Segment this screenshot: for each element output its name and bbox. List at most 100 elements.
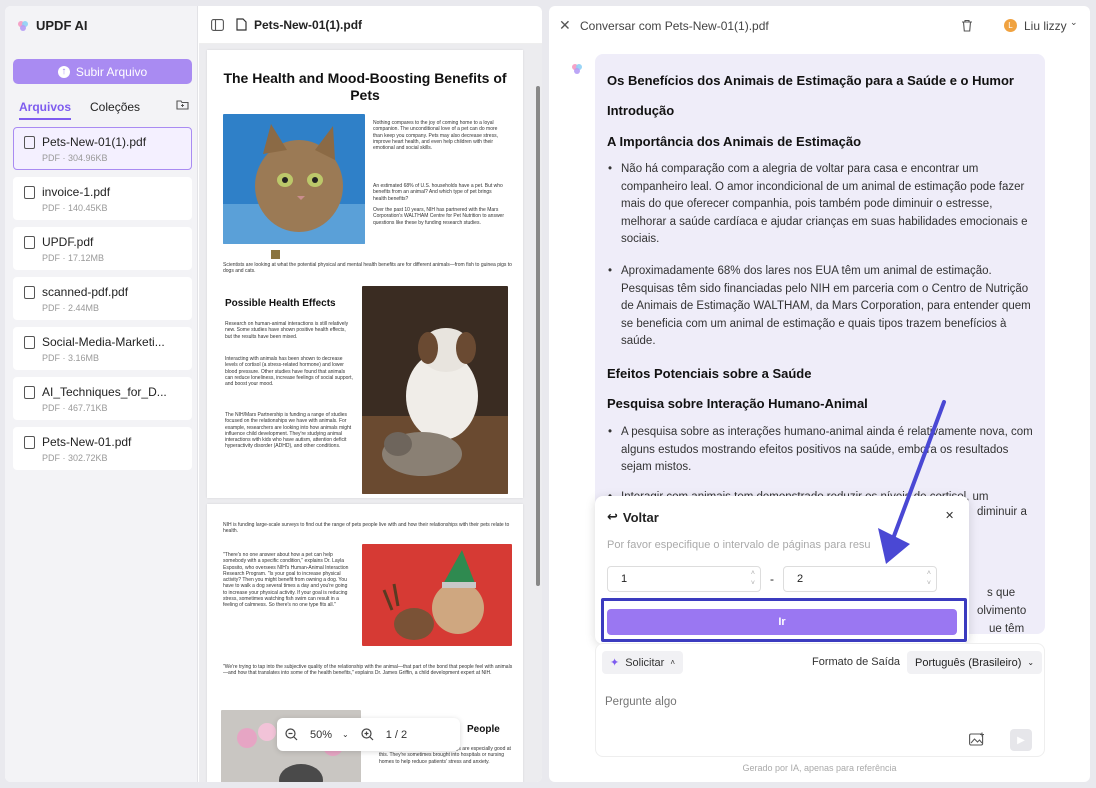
pointer-arrow-icon (878, 400, 946, 564)
document-toolbar: Pets-New-01(1).pdf (199, 6, 542, 44)
pdf-file-icon (236, 18, 247, 31)
upload-button[interactable]: ↑ Subir Arquivo (13, 59, 192, 84)
message-heading-intro: Introdução (607, 103, 675, 118)
back-button[interactable]: ↩ Voltar (607, 509, 659, 525)
page-to-value: 2 (797, 573, 804, 585)
close-icon[interactable]: ✕ (559, 17, 571, 34)
new-folder-icon[interactable] (176, 99, 189, 110)
chat-header: ✕ Conversar com Pets-New-01(1).pdf L Liu… (549, 6, 1090, 46)
ai-disclaimer: Gerado por IA, apenas para referência (742, 763, 897, 773)
send-icon: ▶ (1017, 734, 1025, 746)
message-text-fragment: olvimento (977, 605, 1027, 617)
prompt-button[interactable]: ✦ Solicitar ˄ (602, 651, 684, 674)
document-title-text: Pets-New-01(1).pdf (254, 17, 363, 32)
file-icon (24, 236, 35, 249)
message-text-fragment: ue têm (989, 623, 1025, 634)
pdf-heading-people: People (467, 724, 500, 735)
page-indicator[interactable]: 1 / 2 (386, 729, 407, 741)
ai-chat-panel: ✕ Conversar com Pets-New-01(1).pdf L Liu… (549, 6, 1090, 782)
file-icon (24, 286, 35, 299)
file-item[interactable]: invoice-1.pdf PDF · 140.45KB (13, 177, 192, 220)
pdf-p2-quote-2: "We're trying to tap into the subjective… (223, 664, 513, 677)
pdf-title: The Health and Mood-Boosting Benefits of… (223, 70, 507, 103)
back-label: Voltar (622, 509, 659, 525)
range-dash: - (770, 572, 774, 586)
ai-assistant-icon (572, 64, 582, 74)
file-name: Social-Media-Marketi... (42, 335, 165, 349)
message-text-fragment: diminuir a (977, 506, 1027, 518)
pdf-page-1: The Health and Mood-Boosting Benefits of… (207, 50, 523, 498)
pdf-heading-effects: Possible Health Effects (225, 298, 336, 309)
pdf-p2-quote-1: "There's no one answer about how a pet c… (223, 552, 349, 609)
message-bullet: Aproximadamente 68% dos lares nos EUA tê… (608, 263, 1035, 351)
message-bullet: A pesquisa sobre as interações humano-an… (608, 424, 1035, 477)
updf-logo-icon (18, 20, 28, 31)
file-meta: PDF · 17.12MB (42, 253, 105, 263)
highlight-box (601, 598, 967, 642)
file-icon (24, 436, 35, 449)
file-name: Pets-New-01.pdf (42, 435, 132, 449)
brand: UPDF AI (17, 18, 88, 33)
zoom-select[interactable]: 50% ⌄ (310, 729, 349, 741)
file-icon (24, 336, 35, 349)
language-value: Português (Brasileiro) (915, 656, 1022, 669)
file-name: scanned-pdf.pdf (42, 285, 129, 299)
message-title: Os Benefícios dos Animais de Estimação p… (607, 73, 1014, 88)
file-item[interactable]: Pets-New-01.pdf PDF · 302.72KB (13, 427, 192, 470)
sidebar-tabs: Arquivos Coleções (19, 100, 140, 120)
zoom-in-icon[interactable] (361, 728, 374, 741)
file-item[interactable]: Social-Media-Marketi... PDF · 3.16MB (13, 327, 192, 370)
language-select[interactable]: Português (Brasileiro) ⌄ (907, 651, 1043, 674)
chat-input[interactable] (605, 696, 1025, 708)
chat-title: Conversar com Pets-New-01(1).pdf (580, 19, 769, 33)
file-meta: PDF · 140.45KB (42, 203, 108, 213)
chat-composer: ✦ Solicitar ˄ Formato de Saída Português (… (595, 643, 1045, 757)
pdf-effects-text-1: Research on human-animal interactions is… (225, 321, 349, 340)
file-meta: PDF · 2.44MB (42, 303, 100, 313)
page-range-inputs: 1 ˄ ˅ - 2 ˄ ˅ (607, 566, 937, 592)
file-name: Pets-New-01(1).pdf (42, 135, 147, 149)
file-name: AI_Techniques_for_D... (42, 385, 167, 399)
message-bullet: Não há comparação com a alegria de volta… (608, 161, 1035, 249)
file-item[interactable]: Pets-New-01(1).pdf PDF · 304.96KB (13, 127, 192, 170)
page-from-value: 1 (621, 573, 628, 585)
page-to-input[interactable]: 2 ˄ ˅ (783, 566, 937, 592)
file-name: invoice-1.pdf (42, 185, 111, 199)
zoom-out-icon[interactable] (285, 728, 298, 741)
add-image-icon[interactable] (969, 732, 985, 746)
avatar[interactable]: L (1004, 19, 1017, 32)
file-icon (24, 386, 35, 399)
dog-and-cat-photo (362, 286, 508, 494)
cat-photo (223, 114, 365, 244)
pdf-intro-text-3: Over the past 10 years, NIH has partnere… (373, 207, 505, 226)
chevron-down-icon[interactable]: ⌄ (1070, 17, 1078, 28)
upload-label: Subir Arquivo (75, 64, 148, 79)
file-item[interactable]: UPDF.pdf PDF · 17.12MB (13, 227, 192, 270)
pdf-p2-intro: NIH is funding large-scale surveys to fi… (223, 522, 510, 535)
tab-files[interactable]: Arquivos (19, 100, 72, 120)
message-heading-importance: A Importância dos Animais de Estimação (607, 134, 862, 149)
pdf-scrollbar[interactable] (536, 86, 540, 586)
zoom-toolbar: 50% ⌄ 1 / 2 (277, 718, 460, 751)
brand-name: UPDF AI (36, 18, 88, 33)
trash-icon[interactable] (961, 19, 973, 32)
sidebar: UPDF AI ↑ Subir Arquivo Arquivos Coleçõe… (5, 6, 198, 782)
toggle-sidebar-icon[interactable] (211, 18, 224, 31)
file-icon (24, 186, 35, 199)
pdf-viewer[interactable]: The Health and Mood-Boosting Benefits of… (199, 44, 542, 782)
page-from-input[interactable]: 1 ˄ ˅ (607, 566, 761, 592)
file-meta: PDF · 467.71KB (42, 403, 108, 413)
file-meta: PDF · 3.16MB (42, 353, 100, 363)
file-item[interactable]: scanned-pdf.pdf PDF · 2.44MB (13, 277, 192, 320)
pdf-intro-text: Nothing compares to the joy of coming ho… (373, 120, 498, 152)
send-button[interactable]: ▶ (1010, 729, 1032, 751)
tab-collections[interactable]: Coleções (90, 100, 140, 120)
comment-icon[interactable] (271, 250, 280, 259)
stepper-icon[interactable]: ˄ ˅ (751, 569, 755, 589)
message-heading-effects: Efeitos Potenciais sobre a Saúde (607, 366, 812, 381)
pdf-effects-text-3: The NIH/Mars Partnership is funding a ra… (225, 412, 352, 450)
user-name[interactable]: Liu lizzy (1024, 19, 1067, 33)
file-item[interactable]: AI_Techniques_for_D... PDF · 467.71KB (13, 377, 192, 420)
chevron-up-icon: ˄ (670, 658, 676, 667)
stepper-icon[interactable]: ˄ ˅ (927, 569, 931, 589)
